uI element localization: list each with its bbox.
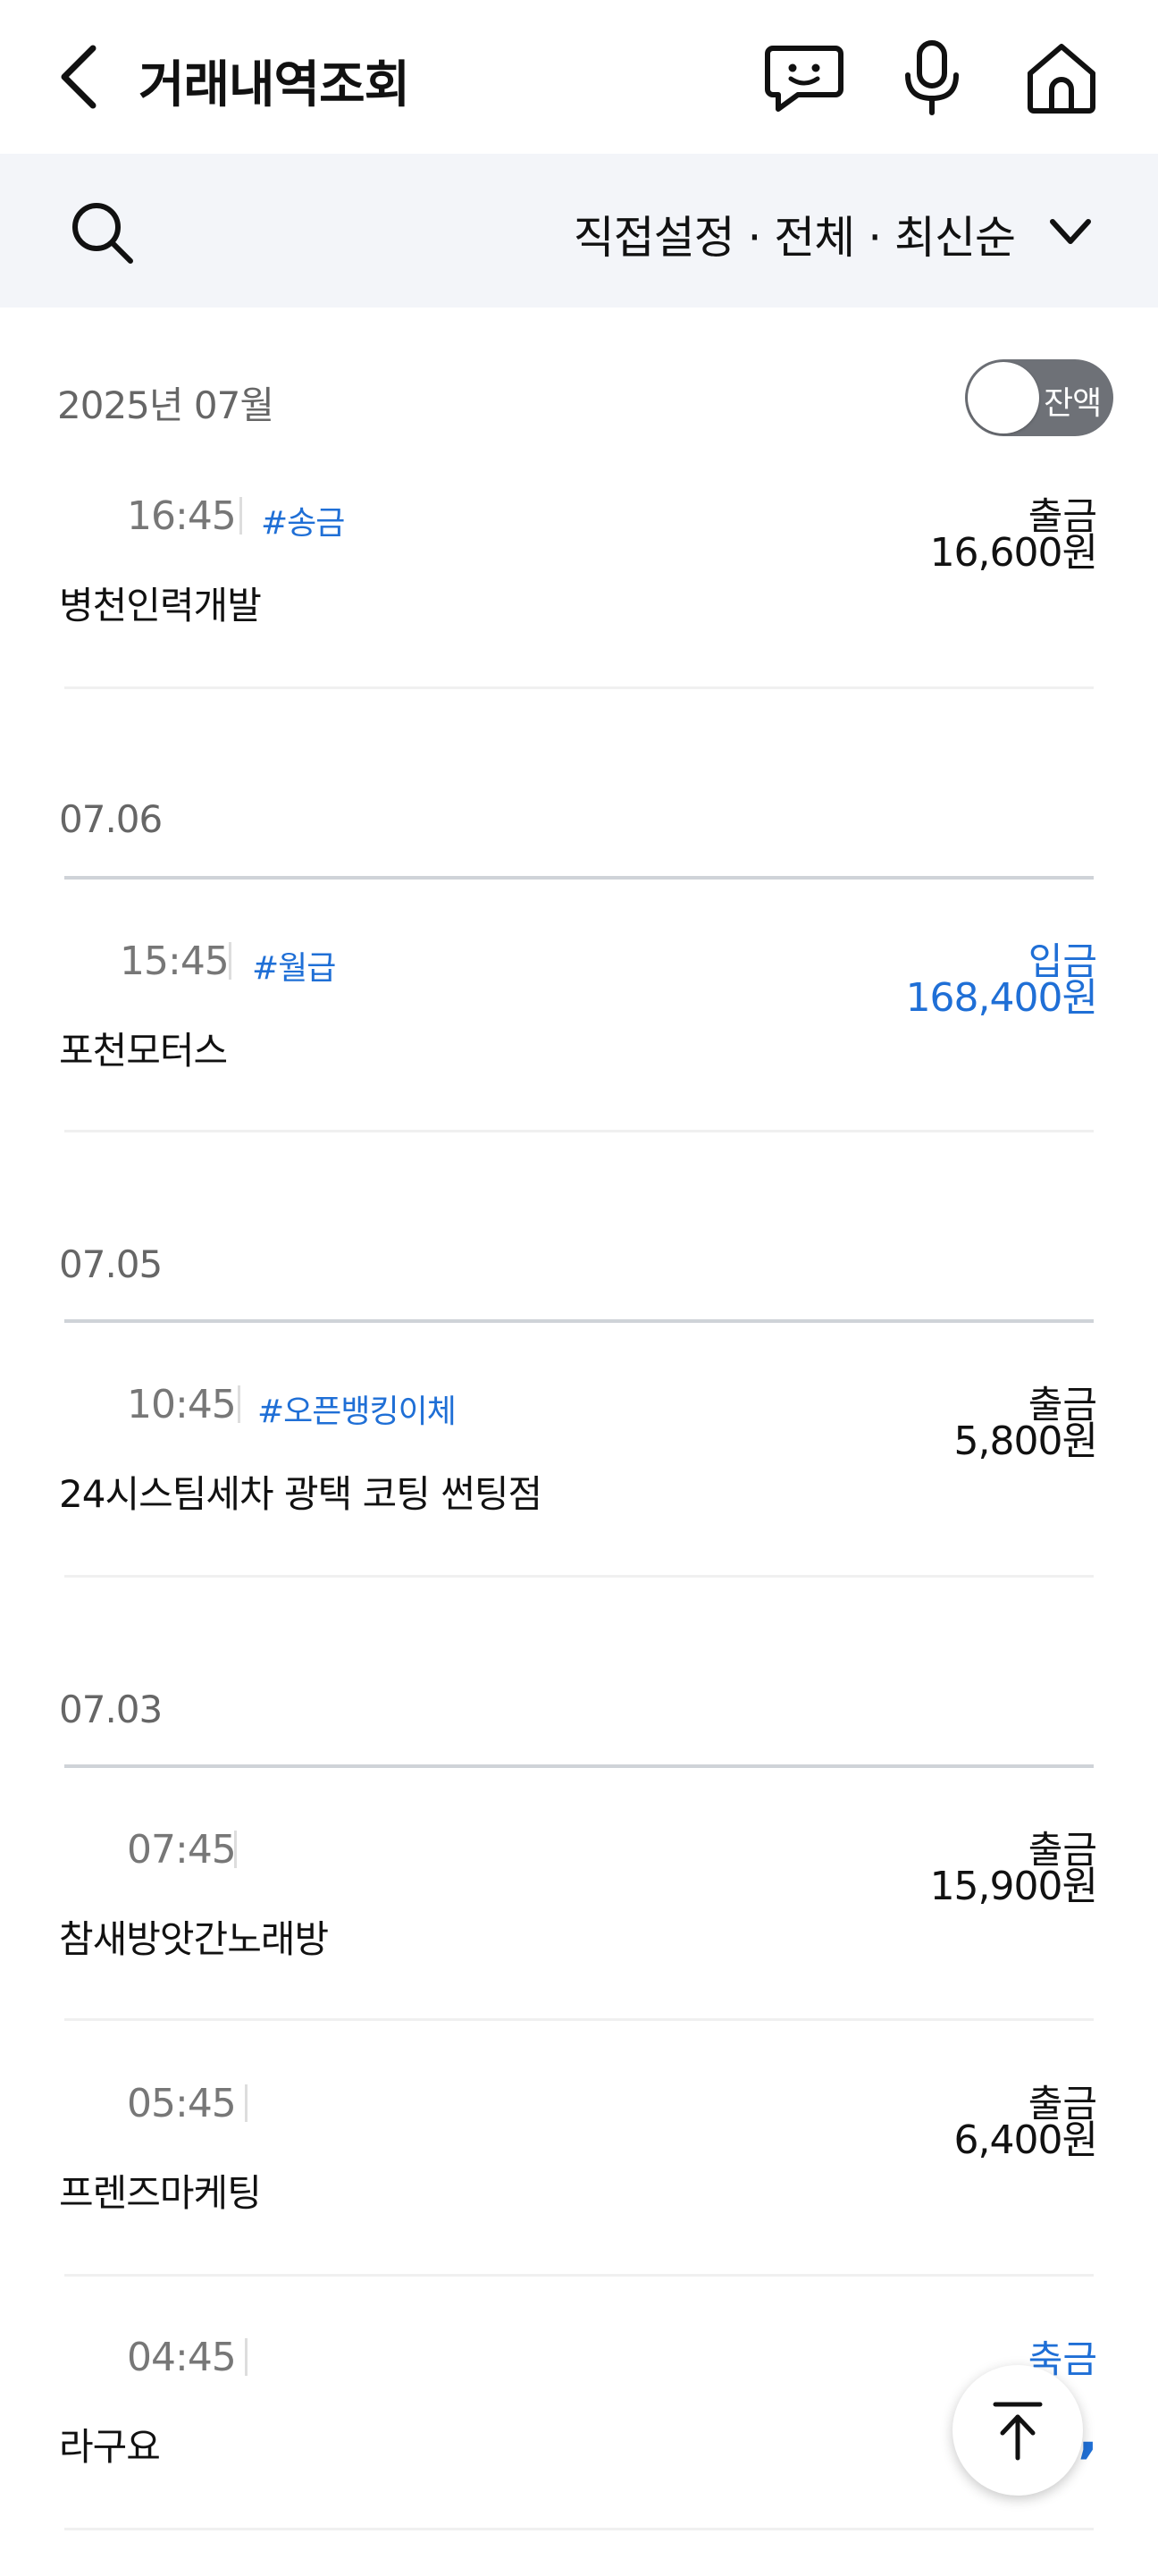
row-divider [64, 1575, 1094, 1578]
row-divider [64, 2018, 1094, 2021]
row-divider [64, 1130, 1094, 1132]
txn-time: 04:45 [127, 2335, 237, 2380]
date-divider [64, 876, 1094, 880]
microphone-icon[interactable] [892, 38, 972, 118]
txn-tag[interactable]: #송금 [261, 497, 345, 543]
txn-amount: 6,400원 [953, 2117, 1098, 2163]
txn-time: 07:45 [127, 1827, 237, 1873]
txn-amount: 168,400원 [905, 975, 1098, 1021]
txn-time: 05:45 [127, 2081, 237, 2126]
balance-toggle[interactable]: 잔액 [965, 359, 1113, 436]
filter-summary[interactable]: 직접설정 · 전체 · 최신순 [574, 202, 1016, 266]
time-divider [245, 2338, 248, 2376]
txn-description[interactable]: 참새방앗간노래방 [59, 1909, 329, 1964]
chevron-down-icon[interactable] [1047, 213, 1094, 252]
txn-description[interactable]: 포천모터스 [59, 1021, 228, 1075]
chatbot-icon[interactable] [764, 38, 844, 118]
date-divider [64, 1319, 1094, 1323]
txn-description[interactable]: 라구요 [59, 2417, 161, 2471]
scroll-top-button[interactable] [952, 2365, 1083, 2496]
txn-tag[interactable]: #오픈뱅킹이체 [257, 1385, 457, 1432]
txn-time: 16:45 [127, 493, 237, 539]
search-icon[interactable] [68, 198, 136, 266]
txn-amount: 16,600원 [929, 530, 1098, 576]
txn-amount: 15,900원 [929, 1864, 1098, 1909]
date-header: 07.03 [59, 1688, 163, 1731]
row-divider [64, 2528, 1094, 2530]
txn-amount: 5,800원 [953, 1418, 1098, 1464]
toggle-label: 잔액 [1044, 385, 1102, 422]
date-header: 07.06 [59, 797, 163, 841]
time-divider [239, 497, 242, 535]
time-divider [234, 1831, 237, 1868]
back-icon[interactable] [54, 43, 107, 111]
toggle-knob [968, 362, 1039, 434]
time-divider [238, 1385, 240, 1423]
page-title: 거래내역조회 [138, 56, 410, 114]
txn-tag[interactable]: #월급 [252, 942, 336, 989]
home-icon[interactable] [1021, 38, 1102, 118]
row-divider [64, 686, 1094, 689]
txn-time: 10:45 [127, 1382, 237, 1427]
txn-description[interactable]: 프렌즈마케팅 [59, 2163, 262, 2218]
date-divider [64, 1764, 1094, 1768]
txn-description[interactable]: 병천인력개발 [59, 576, 262, 630]
row-divider [64, 2274, 1094, 2277]
time-divider [245, 2084, 248, 2122]
time-divider [229, 942, 231, 980]
arrow-up-icon [993, 2402, 1043, 2461]
month-label: 2025년 07월 [57, 383, 274, 427]
txn-description[interactable]: 24시스팀세차 광택 코팅 썬팅점 [59, 1464, 542, 1519]
date-header: 07.05 [59, 1242, 163, 1286]
app-header: 거래내역조회 [0, 0, 1158, 154]
txn-time: 15:45 [120, 939, 230, 984]
